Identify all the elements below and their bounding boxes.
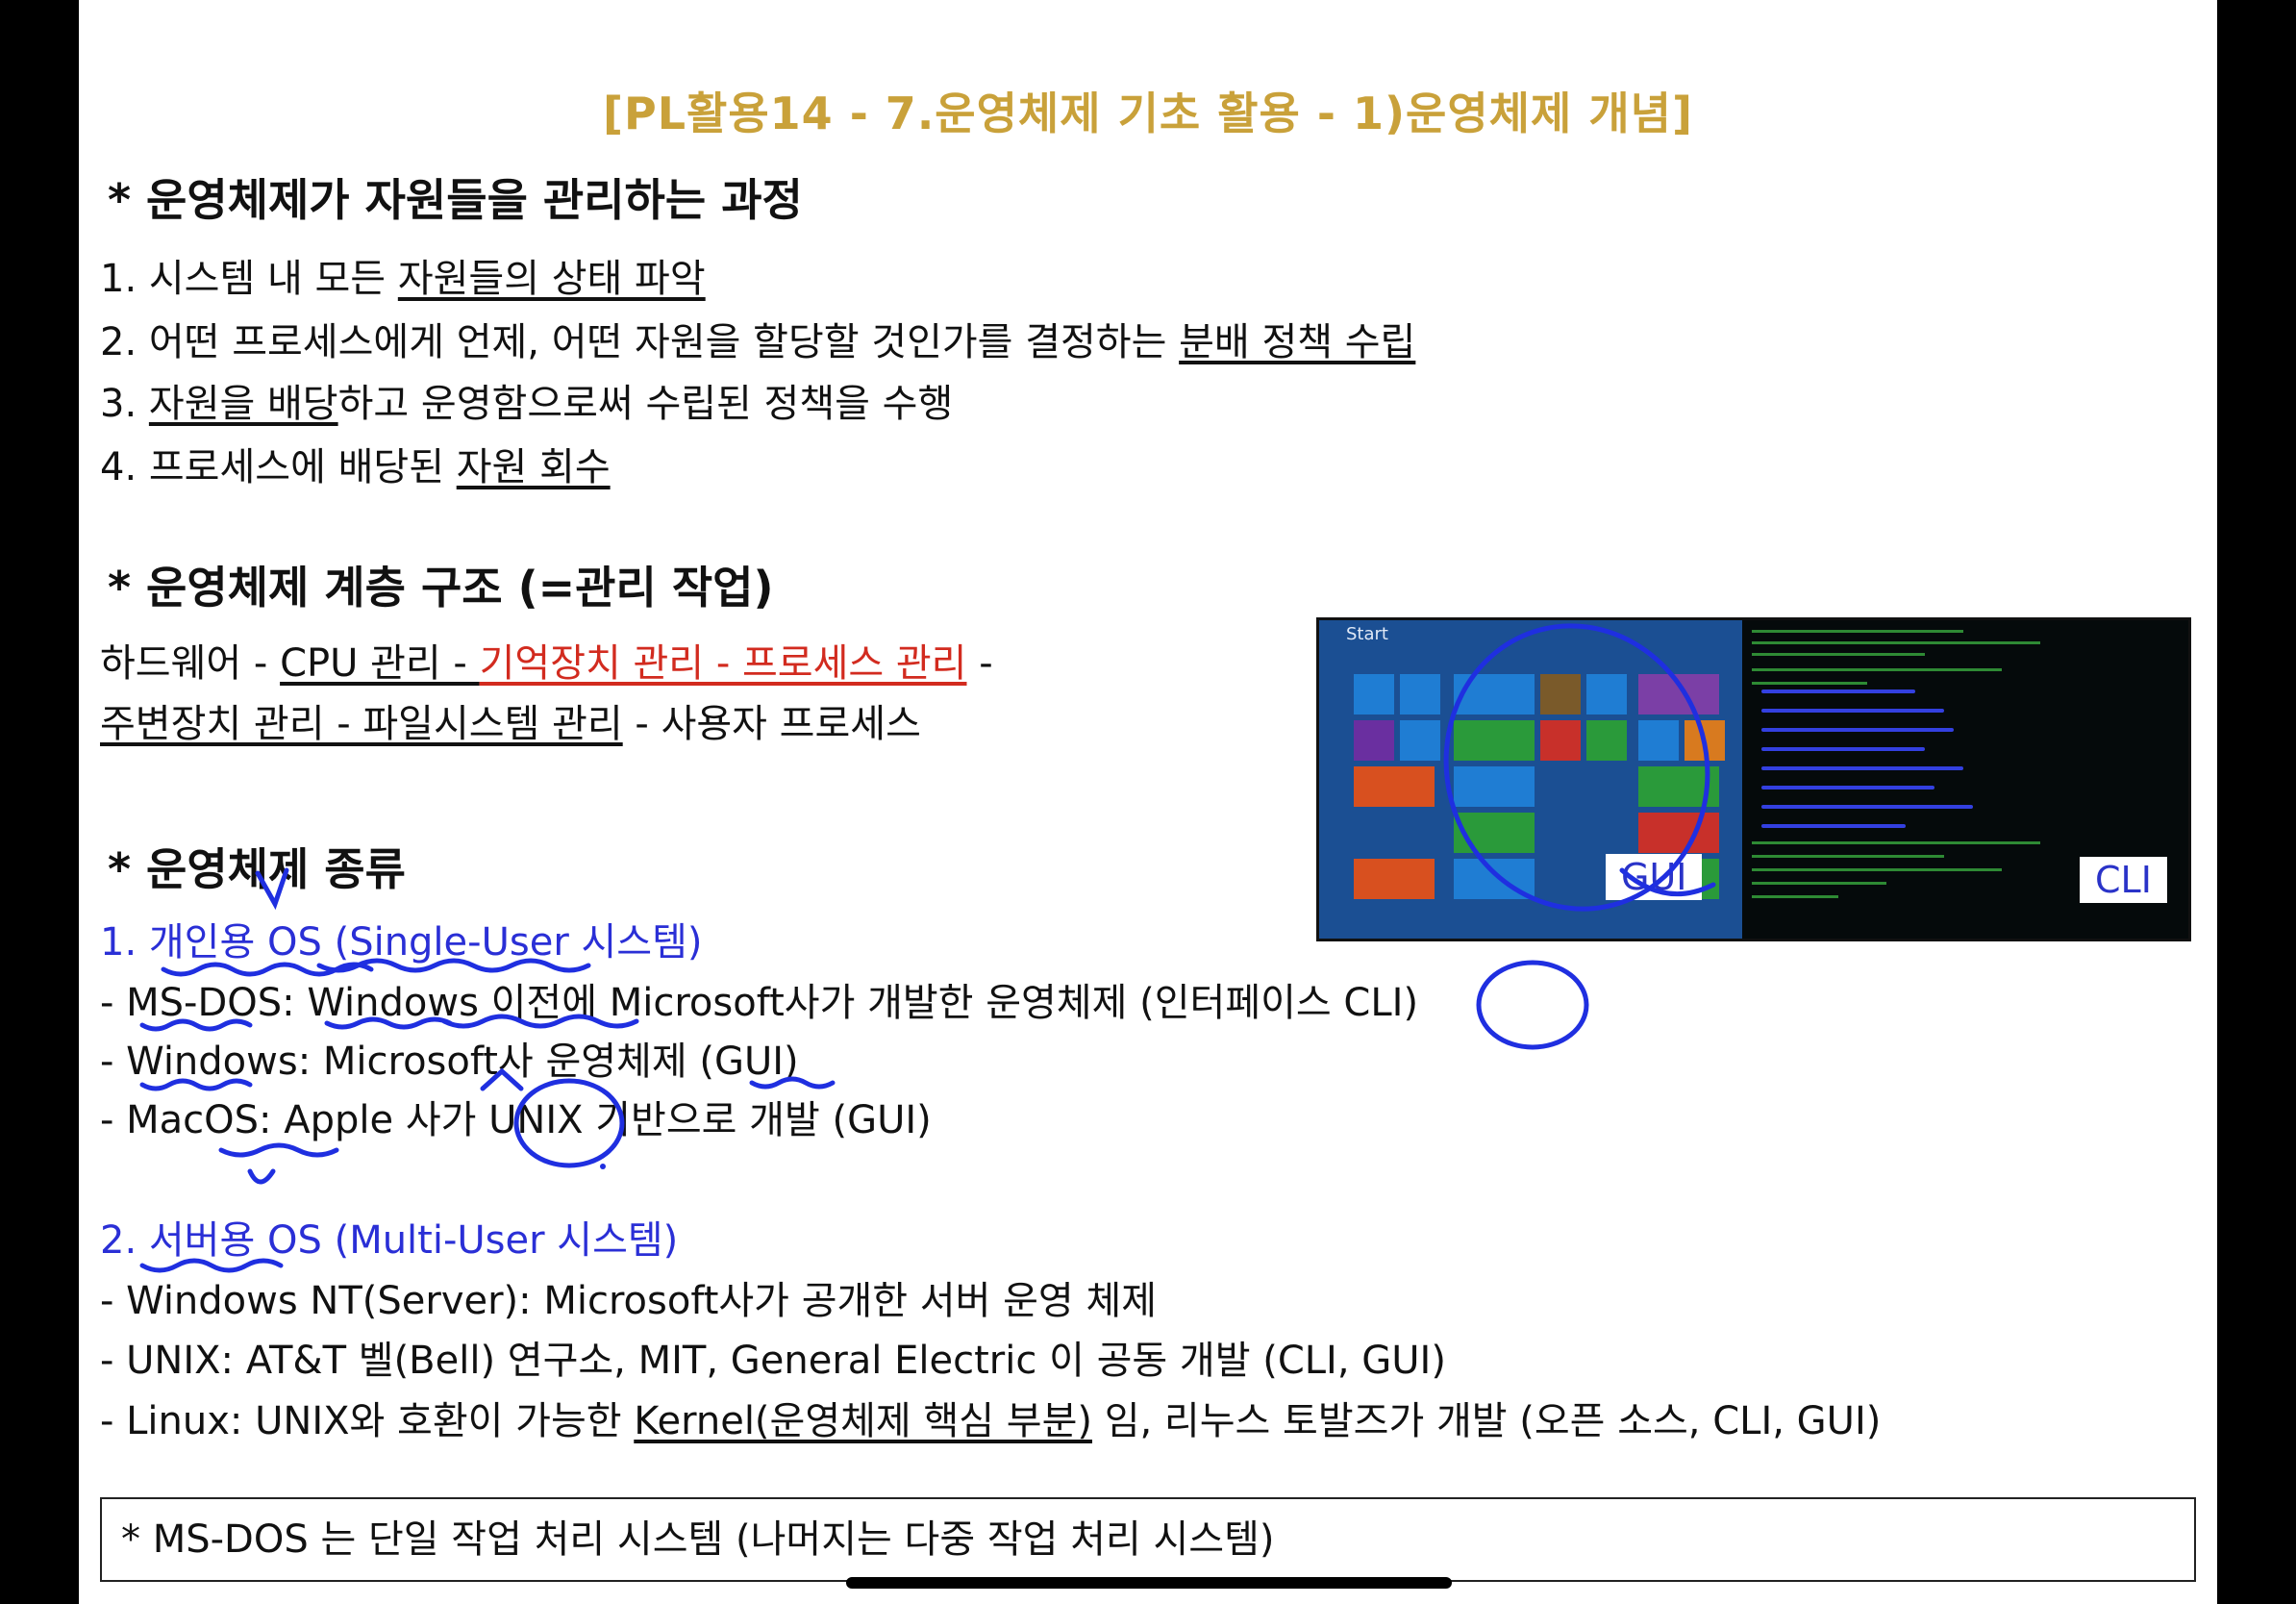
os-item-msdos: - MS-DOS: Windows 이전에 Microsoft사가 개발한 운영… [100, 981, 1419, 1025]
os-item-windows-nt: - Windows NT(Server): Microsoft사가 공개한 서버… [100, 1279, 1158, 1323]
cli-circle-annotation [1476, 960, 1589, 1050]
heading-text: 운영체제 종류 [146, 843, 406, 895]
heading-text: 운영체제가 자원들을 관리하는 과정 [146, 174, 803, 226]
hierarchy-text: - [966, 641, 993, 686]
hierarchy-text: 하드웨어 - [100, 641, 281, 686]
heading-text: 운영체제 계층 구조 (=관리 작업) [146, 562, 774, 614]
hierarchy-line-2: 주변장치 관리 - 파일시스템 관리 - 사용자 프로세스 [100, 697, 921, 751]
item-text: 1. 시스템 내 모든 [100, 257, 398, 301]
note-box: * MS-DOS 는 단일 작업 처리 시스템 (나머지는 다중 작업 처리 시… [100, 1497, 2196, 1582]
page-title: [PL활용14 - 7.운영체제 기초 활용 - 1)운영체제 개념] [602, 88, 1693, 139]
item-text: 2. 어떤 프로세스에게 언제, 어떤 자원을 할당할 것인가를 결정하는 [100, 320, 1180, 364]
section-heading-resource-process: * 운영체제가 자원들을 관리하는 과정 [108, 165, 803, 229]
list-item: 4. 프로세스에 배당된 자원 회수 [100, 440, 611, 494]
hierarchy-cpu: CPU 관리 - [280, 641, 480, 686]
home-indicator[interactable] [846, 1577, 1452, 1589]
bullet-star: * [108, 843, 132, 895]
hierarchy-device-file: 주변장치 관리 - 파일시스템 관리 [100, 702, 623, 746]
list-item: 1. 시스템 내 모든 자원들의 상태 파악 [100, 252, 706, 306]
item-underlined: 분배 정책 수립 [1179, 320, 1416, 364]
os-item-macos: - MacOS: Apple 사가 UNIX 기반으로 개발 (GUI) [100, 1098, 932, 1142]
item-text: 하고 운영함으로써 수립된 정책을 수행 [337, 382, 954, 426]
os-item-unix: - UNIX: AT&T 벨(Bell) 연구소, MIT, General E… [100, 1339, 1446, 1383]
hierarchy-text: - 사용자 프로세스 [622, 702, 921, 746]
server-os-heading: 2. 서버용 OS (Multi-User 시스템) [100, 1218, 679, 1263]
command-line-terminal: CLI [1742, 620, 2188, 939]
section-heading-hierarchy: * 운영체제 계층 구조 (=관리 작업) [108, 553, 774, 616]
item-underlined: 자원들의 상태 파악 [397, 257, 706, 301]
cli-label: CLI [2080, 857, 2167, 903]
document-page: [PL활용14 - 7.운영체제 기초 활용 - 1)운영체제 개념] * 운영체… [79, 0, 2217, 1604]
bullet-star: * [108, 562, 132, 614]
item-underlined: 자원 회수 [456, 445, 611, 489]
item-text: 임, 리누스 토발즈가 개발 (오픈 소스, CLI, GUI) [1091, 1399, 1882, 1443]
check-mark-annotation [247, 1168, 276, 1185]
item-text: 3. [100, 382, 149, 426]
list-item: 3. 자원을 배당하고 운영함으로써 수립된 정책을 수행 [100, 377, 953, 431]
gui-label: GUI [1606, 854, 1703, 900]
gui-cli-screenshot: Start GUI CLI [1316, 617, 2191, 941]
hierarchy-memory-process: 기억장치 관리 - 프로세스 관리 [479, 641, 967, 686]
personal-os-heading: 1. 개인용 OS (Single-User 시스템) [100, 920, 703, 965]
bullet-star: * [108, 174, 132, 226]
item-underlined: Kernel(운영체제 핵심 부분) [634, 1399, 1092, 1443]
start-label: Start [1346, 624, 1388, 644]
windows-start-screen: Start GUI [1319, 620, 1742, 939]
os-item-windows: - Windows: Microsoft사 운영체제 (GUI) [100, 1040, 799, 1084]
item-text: - Linux: UNIX와 호환이 가능한 [100, 1399, 635, 1443]
item-underlined: 자원을 배당 [148, 382, 338, 426]
hierarchy-line-1: 하드웨어 - CPU 관리 - 기억장치 관리 - 프로세스 관리 - [100, 637, 993, 690]
list-item: 2. 어떤 프로세스에게 언제, 어떤 자원을 할당할 것인가를 결정하는 분배… [100, 315, 1415, 369]
section-heading-os-types: * 운영체제 종류 [108, 835, 406, 898]
os-item-linux: - Linux: UNIX와 호환이 가능한 Kernel(운영체제 핵심 부분… [100, 1394, 1881, 1448]
item-text: 4. 프로세스에 배당된 [100, 445, 457, 489]
